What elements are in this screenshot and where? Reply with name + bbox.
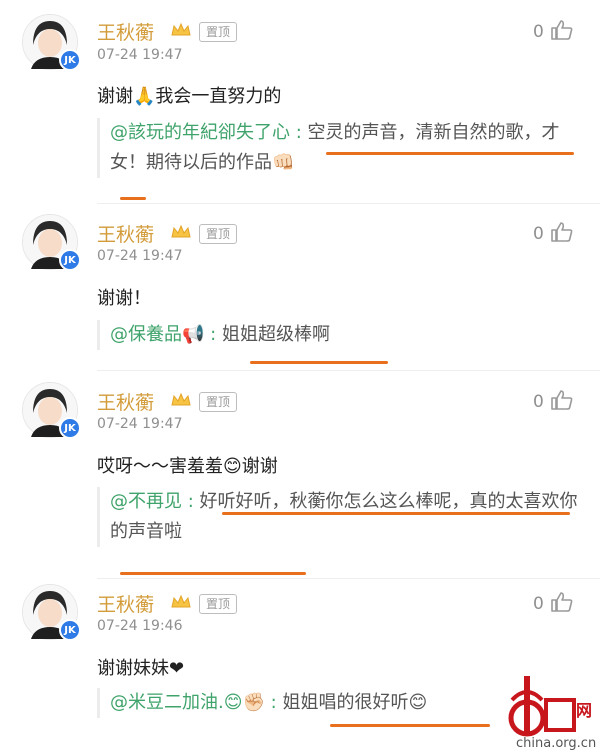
comment-text: 哎呀～～害羞羞😊谢谢 [97, 456, 278, 477]
reply-user[interactable]: @米豆二加油.😊✊🏻 [110, 692, 265, 713]
pinned-badge: 置顶 [199, 392, 238, 412]
crown-icon [171, 224, 191, 238]
reply-text: 姐姐唱的很好听😊 [282, 692, 428, 713]
crown-icon [171, 594, 191, 608]
like-count: 0 [533, 22, 544, 42]
watermark-site: china.org.cn [516, 736, 597, 751]
pinned-badge: 置顶 [199, 224, 238, 244]
verified-icon: JK [59, 619, 81, 641]
divider [97, 578, 600, 579]
username[interactable]: 王秋蘅 [97, 590, 154, 617]
crown-icon [171, 392, 191, 406]
thumbs-up-icon[interactable] [550, 389, 574, 411]
thumbs-up-icon[interactable] [550, 19, 574, 41]
pinned-badge: 置顶 [199, 22, 238, 42]
highlight-underline [120, 572, 306, 575]
highlight-underline [250, 361, 388, 364]
pinned-badge: 置顶 [199, 594, 238, 614]
reply-user[interactable]: @保養品📢 [110, 324, 204, 345]
timestamp: 07-24 19:47 [97, 248, 183, 264]
avatar[interactable]: JK [22, 214, 81, 271]
comment-text: 谢谢！ [97, 288, 151, 309]
highlight-underline [330, 724, 490, 727]
like-count: 0 [533, 594, 544, 614]
timestamp: 07-24 19:47 [97, 47, 183, 63]
highlight-underline [326, 152, 574, 155]
highlight-underline [222, 512, 570, 515]
highlight-underline [120, 197, 146, 200]
reply-user[interactable]: @不再见 [110, 491, 182, 512]
verified-icon: JK [59, 249, 81, 271]
reply-separator: : [210, 324, 217, 345]
reply-quote: @米豆二加油.😊✊🏻 : 姐姐唱的很好听😊 [97, 688, 497, 718]
reply-quote: @不再见 : 好听好听，秋蘅你怎么这么棒呢，真的太喜欢你的声音啦 [97, 487, 587, 547]
divider [97, 370, 600, 371]
timestamp: 07-24 19:46 [97, 618, 183, 634]
reply-quote: @該玩的年紀卻失了心 : 空灵的声音，清新自然的歌，才女！期待以后的作品👊🏻 [97, 118, 587, 178]
thumbs-up-icon[interactable] [550, 221, 574, 243]
avatar[interactable]: JK [22, 14, 81, 71]
verified-icon: JK [59, 417, 81, 439]
username[interactable]: 王秋蘅 [97, 388, 154, 415]
reply-separator: : [187, 491, 194, 512]
comment-text: 谢谢妹妹❤ [97, 658, 185, 679]
timestamp: 07-24 19:47 [97, 416, 183, 432]
crown-icon [171, 22, 191, 36]
reply-separator: : [295, 122, 302, 143]
username[interactable]: 王秋蘅 [97, 220, 154, 247]
verified-icon: JK [59, 49, 81, 71]
avatar[interactable]: JK [22, 584, 81, 641]
username[interactable]: 王秋蘅 [97, 18, 154, 45]
reply-separator: : [270, 692, 277, 713]
reply-user[interactable]: @該玩的年紀卻失了心 [110, 122, 290, 143]
avatar[interactable]: JK [22, 382, 81, 439]
divider [97, 203, 600, 204]
like-count: 0 [533, 224, 544, 244]
thumbs-up-icon[interactable] [550, 591, 574, 613]
reply-quote: @保養品📢 : 姐姐超级棒啊 [97, 320, 587, 350]
reply-text: 姐姐超级棒啊 [221, 324, 330, 345]
like-count: 0 [533, 392, 544, 412]
comment-text: 谢谢🙏我会一直努力的 [97, 86, 282, 107]
svg-text:网: 网 [576, 701, 592, 720]
